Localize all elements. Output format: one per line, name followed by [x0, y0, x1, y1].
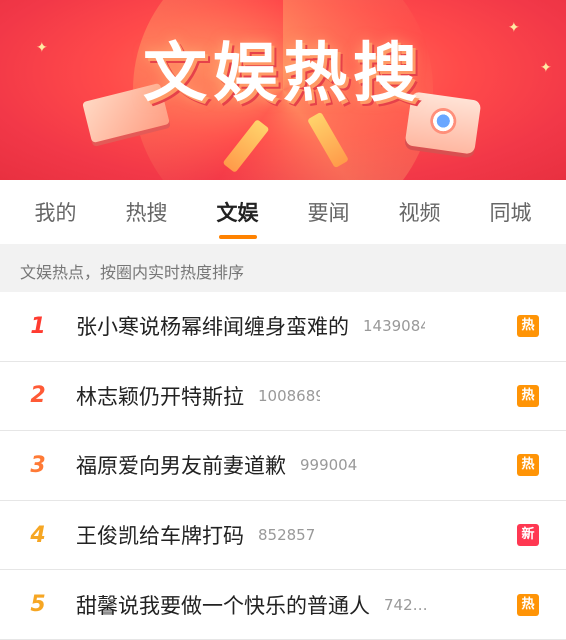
- new-badge: 新: [517, 524, 539, 547]
- tab-local[interactable]: 同城: [482, 180, 540, 244]
- heat-count: 1008689: [258, 386, 320, 405]
- rank-number: 5: [30, 592, 46, 618]
- topic-title: 王俊凯给车牌打码: [76, 524, 244, 549]
- list-item[interactable]: 1 张小寒说杨幂绯闻缠身蛮难的 1439084 热: [0, 292, 566, 362]
- tab-video[interactable]: 视频: [391, 180, 449, 244]
- topic-title: 张小寒说杨幂绯闻缠身蛮难的: [76, 315, 349, 340]
- list-item[interactable]: 3 福原爱向男友前妻道歉 999004 热: [0, 431, 566, 501]
- heat-count: 852857: [258, 526, 316, 545]
- list-description: 文娱热点，按圈内实时热度排序: [0, 244, 566, 292]
- tab-bar: 我的 热搜 文娱 要闻 视频 同城: [0, 180, 566, 244]
- rank-number: 1: [30, 313, 46, 339]
- tab-label: 文娱: [216, 201, 259, 225]
- tab-label: 视频: [398, 201, 441, 225]
- hot-badge: 热: [517, 315, 539, 338]
- rank-number: 3: [30, 452, 46, 478]
- list-item[interactable]: 4 王俊凯给车牌打码 852857 新: [0, 500, 566, 571]
- heat-count: 999004: [300, 456, 358, 475]
- rank-number: 4: [30, 522, 46, 548]
- topic-title: 林志颖仍开特斯拉: [76, 384, 244, 409]
- heat-count: 742…: [384, 595, 428, 614]
- hot-badge: 热: [517, 593, 539, 616]
- tab-entertainment[interactable]: 文娱: [209, 180, 267, 244]
- tab-news[interactable]: 要闻: [300, 180, 358, 244]
- tab-hot-search[interactable]: 热搜: [118, 180, 176, 244]
- hot-badge: 热: [517, 454, 539, 477]
- tab-label: 热搜: [125, 201, 168, 225]
- rank-number: 2: [30, 383, 46, 409]
- tab-label: 要闻: [307, 201, 350, 225]
- tab-label: 同城: [489, 201, 532, 225]
- tab-label: 我的: [34, 201, 77, 225]
- topic-title: 甜馨说我要做一个快乐的普通人: [76, 593, 370, 618]
- banner: ✦ ✦ ✦ 文娱热搜: [0, 0, 566, 180]
- heat-count: 1439084: [363, 317, 425, 336]
- tab-mine[interactable]: 我的: [27, 180, 85, 244]
- banner-title: 文娱热搜: [143, 37, 423, 111]
- hot-badge: 热: [517, 384, 539, 407]
- active-tab-indicator: [218, 235, 257, 239]
- topic-title: 福原爱向男友前妻道歉: [76, 454, 286, 479]
- list-item[interactable]: 5 甜馨说我要做一个快乐的普通人 742… 热: [0, 570, 566, 640]
- hot-search-list: 1 张小寒说杨幂绯闻缠身蛮难的 1439084 热 2 林志颖仍开特斯拉 100…: [0, 292, 566, 640]
- list-item[interactable]: 2 林志颖仍开特斯拉 1008689 热: [0, 361, 566, 432]
